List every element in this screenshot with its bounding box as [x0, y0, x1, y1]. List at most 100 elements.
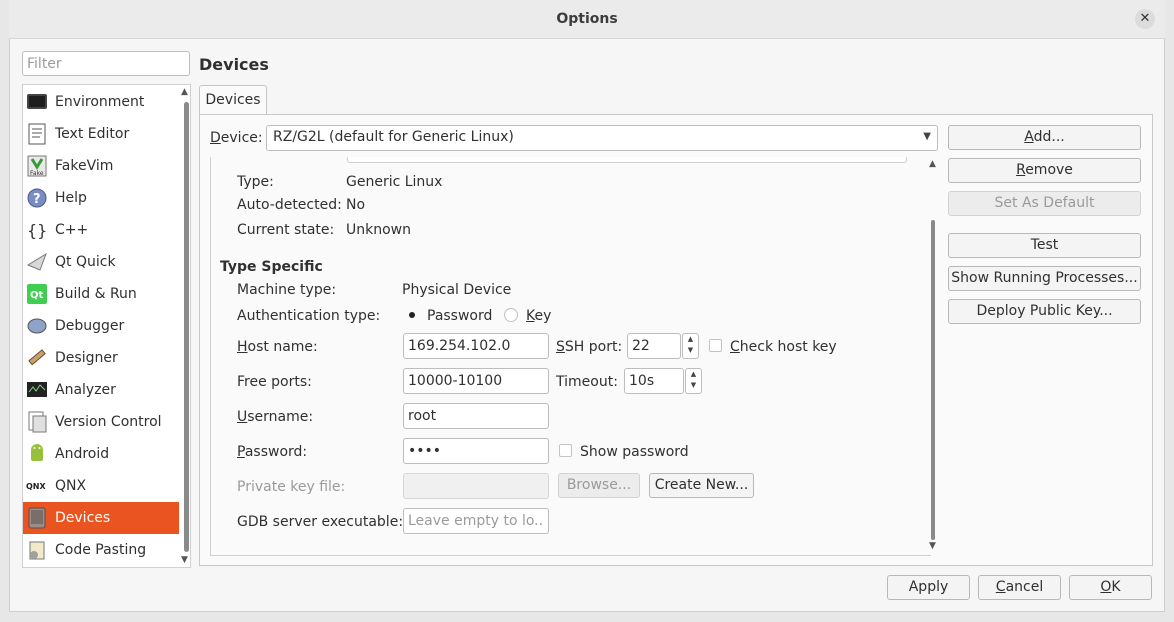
machine-type-label: Machine type:	[237, 282, 337, 298]
filter-input[interactable]	[22, 51, 190, 76]
gdb-server-input[interactable]	[403, 508, 549, 534]
timeout-stepper[interactable]: ▲ ▼	[685, 368, 702, 394]
create-new-button[interactable]: Create New...	[649, 473, 754, 498]
category-label: Text Editor	[55, 126, 130, 142]
current-state-value: Unknown	[346, 222, 411, 238]
category-item-text-editor[interactable]: Text Editor	[23, 118, 179, 150]
code-pasting-icon	[26, 539, 48, 561]
auth-key-label[interactable]: Key	[526, 308, 551, 324]
fakevim-icon: Fake	[26, 155, 48, 177]
category-label: C++	[55, 222, 89, 238]
category-item-environment[interactable]: Environment	[23, 86, 179, 118]
host-name-input[interactable]	[403, 333, 549, 359]
cancel-button[interactable]: Cancel	[978, 575, 1061, 600]
type-value: Generic Linux	[346, 174, 443, 190]
gdb-server-label: GDB server executable:	[237, 514, 404, 530]
debugger-icon	[26, 315, 48, 337]
password-label: Password:	[237, 444, 308, 460]
timeout-input[interactable]	[624, 368, 684, 394]
category-item-fakevim[interactable]: Fake FakeVim	[23, 150, 179, 182]
remove-button[interactable]: Remove	[948, 158, 1141, 183]
device-combo[interactable]: RZ/G2L (default for Generic Linux) ▼	[266, 125, 938, 151]
settings-scrollbar[interactable]	[931, 220, 935, 540]
check-host-key-label[interactable]: Check host key	[730, 339, 837, 355]
ssh-port-input[interactable]	[627, 333, 681, 359]
category-label: Devices	[55, 510, 111, 526]
check-host-key-checkbox[interactable]	[709, 339, 722, 352]
category-item-debugger[interactable]: Debugger	[23, 310, 179, 342]
category-label: Debugger	[55, 318, 125, 334]
scroll-up-arrow[interactable]: ▲	[181, 87, 188, 97]
auth-password-label[interactable]: Password	[427, 308, 492, 324]
apply-button[interactable]: Apply	[887, 575, 970, 600]
set-as-default-button[interactable]: Set As Default	[948, 191, 1141, 216]
add-button[interactable]: Add...	[948, 125, 1141, 150]
tab-devices[interactable]: Devices	[199, 85, 267, 116]
auth-type-label: Authentication type:	[237, 308, 381, 324]
category-item-c[interactable]: {} C++	[23, 214, 179, 246]
category-item-version-control[interactable]: Version Control	[23, 406, 179, 438]
auth-password-radio[interactable]	[405, 308, 419, 322]
devices-icon	[26, 507, 48, 529]
password-input[interactable]	[403, 438, 549, 464]
category-item-build-run[interactable]: Qt Build & Run	[23, 278, 179, 310]
page-title: Devices	[199, 55, 269, 74]
category-scrollbar[interactable]	[184, 102, 189, 552]
ssh-port-stepper[interactable]: ▲ ▼	[682, 333, 699, 359]
username-input[interactable]	[403, 403, 549, 429]
close-button[interactable]: ✕	[1135, 9, 1155, 29]
free-ports-input[interactable]	[403, 368, 549, 394]
cpp-icon: {}	[26, 219, 48, 241]
category-item-android[interactable]: Android	[23, 438, 179, 470]
svg-text:?: ?	[33, 192, 41, 207]
scroll-down-arrow[interactable]: ▼	[181, 555, 188, 565]
cut-off-field	[347, 157, 907, 163]
timeout-label: Timeout:	[556, 374, 618, 390]
machine-type-value: Physical Device	[402, 282, 512, 298]
show-password-checkbox[interactable]	[559, 444, 572, 457]
window-title: Options	[556, 11, 618, 27]
category-item-qnx[interactable]: QNX QNX	[23, 470, 179, 502]
category-item-qt-quick[interactable]: Qt Quick	[23, 246, 179, 278]
svg-text:Qt: Qt	[30, 290, 44, 301]
designer-icon	[26, 347, 48, 369]
type-label: Type:	[237, 174, 274, 190]
category-item-code-pasting[interactable]: Code Pasting	[23, 534, 179, 566]
svg-text:{}: {}	[27, 221, 47, 240]
private-key-label: Private key file:	[237, 479, 346, 495]
private-key-input[interactable]	[403, 473, 549, 499]
category-label: Android	[55, 446, 110, 462]
browse-button[interactable]: Browse...	[558, 473, 640, 498]
show-password-label[interactable]: Show password	[580, 444, 689, 460]
deploy-public-key-button[interactable]: Deploy Public Key...	[948, 299, 1141, 324]
test-button[interactable]: Test	[948, 233, 1141, 258]
ok-button[interactable]: OK	[1069, 575, 1152, 600]
device-label: Device:	[210, 130, 263, 146]
qt-quick-icon	[26, 251, 48, 273]
category-label: FakeVim	[55, 158, 114, 174]
settings-scroll-up-arrow[interactable]: ▲	[929, 159, 936, 169]
category-list: Environment Text Editor Fake FakeVim? Help {}…	[22, 84, 191, 568]
version-control-icon	[26, 411, 48, 433]
category-label: QNX	[55, 478, 87, 494]
category-item-designer[interactable]: Designer	[23, 342, 179, 374]
settings-scroll-down-arrow[interactable]: ▼	[929, 541, 936, 551]
title-bar: Options ✕	[9, 0, 1165, 39]
category-item-analyzer[interactable]: Analyzer	[23, 374, 179, 406]
category-label: Code Pasting	[55, 542, 147, 558]
category-item-devices[interactable]: Devices	[23, 502, 179, 534]
category-label: Build & Run	[55, 286, 137, 302]
svg-text:Fake: Fake	[30, 170, 44, 177]
chevron-down-icon: ▼	[923, 131, 931, 142]
category-label: Qt Quick	[55, 254, 116, 270]
ssh-port-label: SSH port:	[556, 339, 623, 355]
help-icon: ?	[26, 187, 48, 209]
auto-detected-value: No	[346, 197, 366, 213]
category-label: Help	[55, 190, 87, 206]
category-item-help[interactable]: ? Help	[23, 182, 179, 214]
category-label: Analyzer	[55, 382, 116, 398]
device-combo-value: RZ/G2L (default for Generic Linux)	[273, 129, 514, 145]
auth-key-radio[interactable]	[504, 308, 518, 322]
auto-detected-label: Auto-detected:	[237, 197, 342, 213]
show-running-processes-button[interactable]: Show Running Processes...	[948, 266, 1141, 291]
